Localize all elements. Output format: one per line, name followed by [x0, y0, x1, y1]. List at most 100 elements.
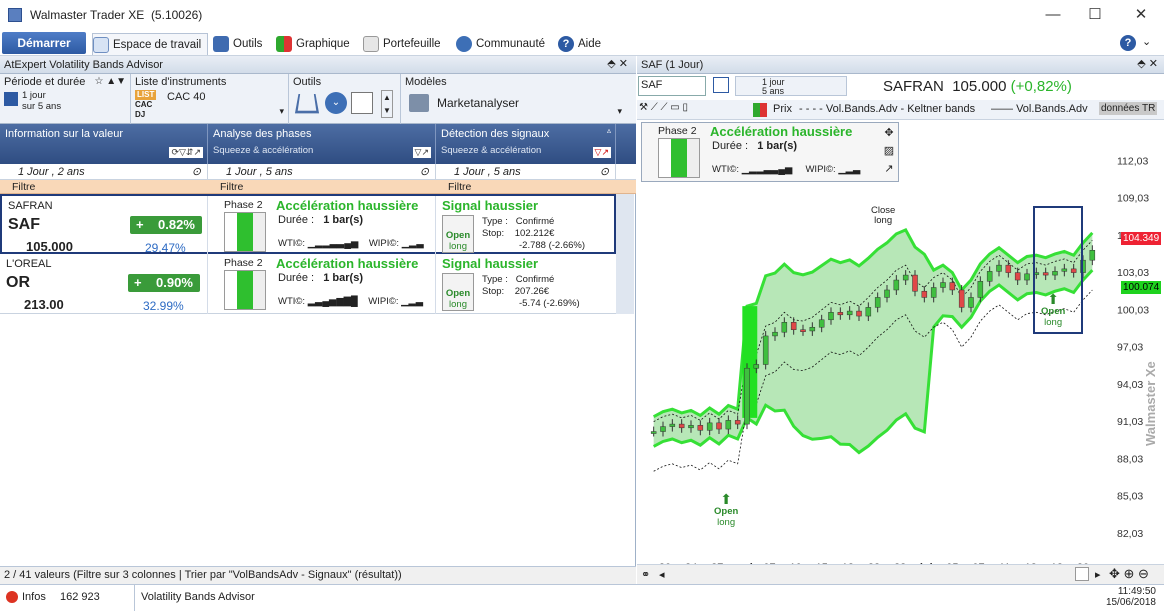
candle-body	[1024, 273, 1030, 281]
menu-community-label: Communauté	[476, 38, 546, 50]
column-filter-icon[interactable]: ▽↗	[412, 147, 431, 158]
scroll-thumb[interactable]	[1075, 567, 1089, 581]
book-icon[interactable]	[713, 77, 729, 93]
timeframe-selectors: 1 Jour , 2 ans ⊙ 1 Jour , 5 ans ⊙ 1 Jour ,…	[0, 164, 636, 180]
filter-cell[interactable]: Filtre	[208, 180, 436, 194]
filter-icon[interactable]	[294, 93, 320, 114]
legend-keltner[interactable]: - - - - Vol.Bands.Adv - Keltner bands	[799, 103, 975, 115]
dropdown-arrow-icon[interactable]: ▾	[279, 106, 284, 117]
stop-value: 207.26€	[514, 286, 550, 297]
info-alert-icon[interactable]	[6, 591, 18, 603]
open-label: Open	[714, 506, 739, 517]
chart-scrollbar[interactable]: ⚭ ◂ ▸ ✥ ⊕ ⊖	[637, 564, 1164, 584]
minimize-button[interactable]: —	[1040, 4, 1066, 26]
info-label[interactable]: Infos	[22, 591, 46, 603]
wti-label: WTI©:	[712, 164, 740, 175]
candle-body	[660, 426, 666, 432]
change-value: 0.90%	[156, 275, 193, 290]
filter-cell[interactable]: Filtre	[0, 180, 208, 194]
instrument-ticker: SAF	[8, 216, 40, 233]
y-tick-label: 88,03	[1117, 453, 1143, 465]
instrument-ticker: OR	[6, 274, 30, 291]
y-tick-label: 91,03	[1117, 416, 1143, 428]
add-column-icon[interactable]	[351, 92, 373, 114]
chevron-down-icon[interactable]: ⊙	[192, 165, 201, 178]
maximize-button[interactable]: ☐	[1082, 4, 1108, 26]
legend-volbands[interactable]: —— Vol.Bands.Adv	[991, 103, 1088, 115]
menu-workspace[interactable]: Espace de travail	[92, 33, 209, 55]
chevron-circle-icon[interactable]: ⌄	[325, 92, 347, 114]
close-sub: long	[874, 215, 893, 226]
pin-icon[interactable]: ⬘ ✕	[1137, 57, 1158, 70]
table-row[interactable]: L'OREAL OR 213.00 + 0.90% 32.99% Phase 2…	[0, 254, 616, 314]
column-filter-icon[interactable]: ▽↗	[592, 147, 611, 158]
phase-cell: Phase 2 Accélération haussière Durée : 1…	[208, 196, 436, 256]
chart-pane-title: SAF (1 Jour)	[641, 59, 704, 71]
filter-cell[interactable]: Filtre	[436, 180, 616, 194]
menu-portfolio[interactable]: Portefeuille	[363, 33, 441, 55]
advisor-tab[interactable]: Volatility Bands Advisor	[134, 585, 261, 611]
column-header-phases[interactable]: Analyse des phases Squeeze & accélération…	[208, 124, 436, 164]
models-value[interactable]: Marketanalyser	[437, 96, 519, 110]
candle-body	[884, 289, 890, 298]
zoom-tools-icon[interactable]: ✥ ⊕ ⊖	[1109, 566, 1149, 582]
start-button[interactable]: Démarrer	[2, 32, 86, 54]
signal-open: Open	[445, 230, 471, 241]
period-selector[interactable]: 1 jour sur 5 ans	[22, 90, 61, 112]
period-dropdown[interactable]: 1 jour 5 ans	[735, 76, 847, 96]
chevron-down-icon[interactable]: ⊙	[420, 165, 429, 178]
wipi-label: WIPI©:	[368, 238, 400, 249]
scroll-left-icon[interactable]: ◂	[659, 568, 665, 581]
help-circle-icon[interactable]: ?	[1120, 35, 1136, 51]
chart-tools-icon[interactable]: ⚒ ⟋ ⟋ ▭ ▯	[639, 102, 688, 113]
candle-body	[912, 274, 918, 292]
instrument-list-value[interactable]: CAC 40	[167, 91, 206, 103]
open-sub: long	[717, 517, 736, 528]
y-tick-label: 85,03	[1117, 491, 1143, 503]
column-header-signals[interactable]: Détection des signaux Squeeze & accélérat…	[436, 124, 616, 164]
timeframe-selector[interactable]: 1 Jour , 2 ans ⊙	[0, 164, 208, 180]
menu-community[interactable]: Communauté	[456, 33, 545, 55]
menu-portfolio-label: Portefeuille	[383, 38, 441, 50]
selection-box	[1033, 206, 1083, 334]
menu-help[interactable]: ? Aide	[558, 33, 601, 55]
dropdown-arrow-icon[interactable]: ▾	[617, 106, 622, 117]
table-row[interactable]: SAFRAN SAF 105.000 + 0.82% 29.47% Phase …	[0, 194, 616, 256]
close-button[interactable]: ✕	[1128, 4, 1154, 26]
column-title: Analyse des phases	[213, 128, 312, 140]
column-subtitle: Squeeze & accélération	[213, 145, 314, 156]
timeframe-selector[interactable]: 1 Jour , 5 ans ⊙	[208, 164, 436, 180]
title-bar: Walmaster Trader XE (5.10026) — ☐ ✕	[0, 0, 1164, 30]
column-header-info[interactable]: Information sur la valeur ⟳▽⇵↗	[0, 124, 208, 164]
timeframe-selector[interactable]: 1 Jour , 5 ans ⊙	[436, 164, 616, 180]
candle-body	[1005, 264, 1012, 273]
y-tick-label: 112,03	[1117, 155, 1148, 167]
overlay-tools[interactable]: ✥ ▨ ↗	[881, 124, 897, 180]
pin-icon[interactable]: ⬘ ✕	[607, 57, 628, 70]
menu-workspace-label: Espace de travail	[113, 39, 202, 51]
favorite-star-icon[interactable]: ☆ ▲▼	[94, 76, 126, 87]
legend-price[interactable]: Prix	[773, 103, 792, 115]
duration-value: 1 bar(s)	[323, 214, 363, 226]
chevron-down-icon[interactable]: ⌄	[1142, 35, 1151, 48]
app-name: Walmaster Trader XE	[30, 8, 145, 22]
menu-bar: Démarrer Espace de travail Outils Graphi…	[0, 30, 1164, 56]
close-signal-marker: Close long	[871, 206, 895, 226]
symbol-input[interactable]: SAF	[638, 76, 706, 96]
scroll-right-icon[interactable]: ▸	[1095, 568, 1101, 581]
link-icon[interactable]: ⚭	[641, 568, 650, 581]
menu-chart[interactable]: Graphique	[276, 33, 350, 55]
column-tools-icon[interactable]: ⟳▽⇵↗	[169, 147, 203, 158]
spin-buttons[interactable]: ▲ ▼	[381, 90, 393, 118]
stop-diff: -5.74 (-2.69%)	[519, 298, 580, 309]
window-title: Walmaster Trader XE (5.10026)	[30, 8, 202, 22]
candle-body	[678, 423, 685, 429]
overlay-phase: Phase 2	[658, 125, 697, 137]
legend-data-tab[interactable]: données TR	[1099, 102, 1158, 115]
instrument-price: 213.00	[24, 297, 64, 312]
candle-body	[828, 312, 834, 321]
chevron-down-icon[interactable]: ⊙	[600, 165, 609, 178]
table-scrollbar[interactable]	[616, 194, 634, 314]
menu-tools[interactable]: Outils	[213, 33, 262, 55]
volume-percent: 32.99%	[143, 299, 184, 313]
